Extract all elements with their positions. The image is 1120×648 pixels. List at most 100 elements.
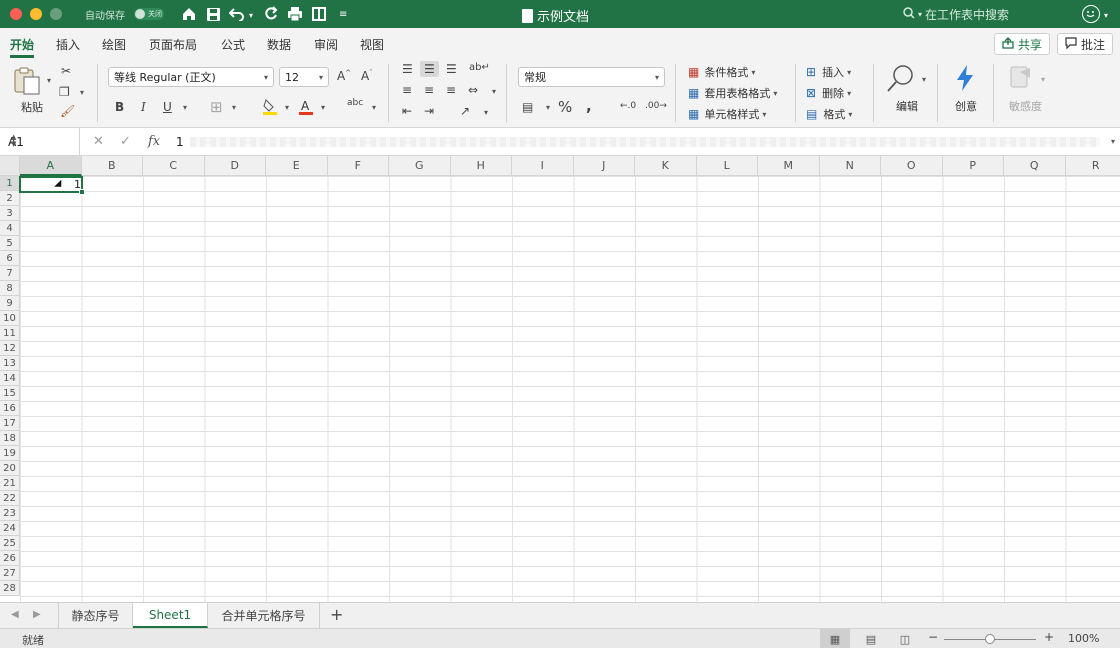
column-header[interactable]: O: [881, 156, 943, 176]
feedback-smiley-icon[interactable]: [1082, 5, 1100, 23]
undo-dropdown-icon[interactable]: ▾: [249, 11, 253, 20]
tab-formulas[interactable]: 公式: [221, 36, 245, 53]
percent-style-icon[interactable]: %: [558, 98, 572, 116]
tab-insert[interactable]: 插入: [56, 36, 80, 53]
column-header[interactable]: F: [327, 156, 389, 176]
row-header[interactable]: 6: [0, 251, 20, 266]
add-sheet-icon[interactable]: +: [330, 605, 343, 624]
increase-font-size-icon[interactable]: A^: [337, 69, 351, 83]
orientation-icon[interactable]: ↗: [460, 104, 470, 118]
fill-color-icon[interactable]: [262, 98, 278, 116]
align-middle-icon[interactable]: ☰: [420, 61, 439, 77]
column-header[interactable]: R: [1065, 156, 1120, 176]
merge-center-icon[interactable]: ⇔: [468, 83, 478, 97]
row-header[interactable]: 18: [0, 431, 20, 446]
ideas-icon[interactable]: [954, 64, 976, 92]
comma-style-icon[interactable]: ,: [586, 97, 592, 115]
delete-cells-button[interactable]: ⊠ 删除 ▾: [806, 85, 851, 101]
merge-dropdown-icon[interactable]: ▾: [492, 87, 496, 96]
underline-dropdown-icon[interactable]: ▾: [183, 103, 187, 112]
insert-function-icon[interactable]: fx: [148, 134, 160, 149]
row-header[interactable]: 17: [0, 416, 20, 431]
row-header[interactable]: 2: [0, 191, 20, 206]
format-cells-button[interactable]: ▤ 格式 ▾: [806, 106, 852, 122]
column-header[interactable]: A: [20, 156, 82, 176]
cut-icon[interactable]: ✂: [61, 64, 71, 78]
column-header[interactable]: P: [942, 156, 1004, 176]
home-icon[interactable]: [180, 4, 198, 24]
editing-dropdown-icon[interactable]: ▾: [922, 75, 926, 84]
autosave-toggle[interactable]: 关闭: [134, 8, 164, 20]
row-header[interactable]: 7: [0, 266, 20, 281]
row-header[interactable]: 14: [0, 371, 20, 386]
zoom-slider-thumb[interactable]: [985, 634, 995, 644]
column-header[interactable]: D: [204, 156, 266, 176]
row-header[interactable]: 3: [0, 206, 20, 221]
row-header[interactable]: 23: [0, 506, 20, 521]
decrease-indent-icon[interactable]: ⇤: [402, 104, 412, 118]
decrease-font-size-icon[interactable]: Aˇ: [361, 69, 373, 83]
feedback-dropdown-icon[interactable]: ▾: [1104, 11, 1108, 20]
tab-draw[interactable]: 绘图: [102, 36, 126, 53]
conditional-format-button[interactable]: ▦ 条件格式 ▾: [688, 64, 755, 80]
decrease-decimal-icon[interactable]: .00→: [645, 101, 667, 111]
bold-icon[interactable]: B: [115, 100, 124, 114]
page-break-view-icon[interactable]: ◫: [890, 629, 920, 648]
align-top-icon[interactable]: ☰: [402, 62, 413, 76]
borders-dropdown-icon[interactable]: ▾: [232, 103, 236, 112]
row-header[interactable]: 24: [0, 521, 20, 536]
phonetic-icon[interactable]: abc: [347, 98, 363, 108]
increase-indent-icon[interactable]: ⇥: [424, 104, 434, 118]
row-header[interactable]: 20: [0, 461, 20, 476]
sheet-tab-static-index[interactable]: 静态序号: [58, 603, 133, 628]
number-format-select[interactable]: 常规 ▾: [518, 67, 665, 87]
tab-home[interactable]: 开始: [10, 36, 34, 53]
format-as-table-button[interactable]: ▦ 套用表格格式 ▾: [688, 85, 777, 101]
italic-icon[interactable]: I: [141, 100, 146, 114]
align-right-icon[interactable]: ≡: [446, 83, 456, 97]
tab-data[interactable]: 数据: [267, 36, 291, 53]
row-header[interactable]: 10: [0, 311, 20, 326]
row-header[interactable]: 1: [0, 176, 20, 191]
accounting-dropdown-icon[interactable]: ▾: [546, 103, 550, 112]
column-header[interactable]: L: [696, 156, 758, 176]
underline-icon[interactable]: U: [163, 100, 172, 114]
tab-view[interactable]: 视图: [360, 36, 384, 53]
row-header[interactable]: 11: [0, 326, 20, 341]
row-header[interactable]: 5: [0, 236, 20, 251]
sheet-tab-merged-index[interactable]: 合并单元格序号: [208, 603, 320, 628]
form-icon[interactable]: [310, 4, 328, 24]
close-window-button[interactable]: [10, 8, 22, 20]
maximize-window-button[interactable]: [50, 8, 62, 20]
undo-icon[interactable]: [228, 4, 246, 24]
tab-page-layout[interactable]: 页面布局: [149, 36, 197, 53]
column-header[interactable]: H: [450, 156, 512, 176]
sensitivity-dropdown-icon[interactable]: ▾: [1041, 75, 1045, 84]
redo-icon[interactable]: [262, 4, 280, 24]
row-header[interactable]: 19: [0, 446, 20, 461]
row-header[interactable]: 22: [0, 491, 20, 506]
comments-button[interactable]: 批注: [1057, 33, 1114, 55]
row-header[interactable]: 27: [0, 566, 20, 581]
cancel-formula-icon[interactable]: ✕: [93, 134, 104, 149]
name-box[interactable]: A1 ▲ ▼: [0, 128, 80, 156]
sheet-tab-sheet1[interactable]: Sheet1: [133, 603, 208, 628]
column-header[interactable]: K: [635, 156, 697, 176]
fill-color-dropdown-icon[interactable]: ▾: [285, 103, 289, 112]
sensitivity-icon[interactable]: [1008, 64, 1034, 92]
row-header[interactable]: 4: [0, 221, 20, 236]
row-header[interactable]: 9: [0, 296, 20, 311]
paste-icon[interactable]: [12, 66, 42, 96]
accounting-format-icon[interactable]: ▤: [522, 100, 533, 114]
increase-decimal-icon[interactable]: ←.0: [620, 101, 636, 111]
paste-dropdown-icon[interactable]: ▾: [47, 76, 51, 85]
column-header[interactable]: J: [573, 156, 635, 176]
select-all-corner[interactable]: [0, 156, 20, 176]
row-header[interactable]: 8: [0, 281, 20, 296]
row-header[interactable]: 13: [0, 356, 20, 371]
prev-sheet-icon[interactable]: ◀: [11, 609, 19, 620]
sheet-search[interactable]: ▾ 在工作表中搜索: [903, 6, 1009, 23]
confirm-formula-icon[interactable]: ✓: [120, 134, 131, 149]
font-color-dropdown-icon[interactable]: ▾: [321, 103, 325, 112]
insert-cells-button[interactable]: ⊞ 插入 ▾: [806, 64, 851, 80]
